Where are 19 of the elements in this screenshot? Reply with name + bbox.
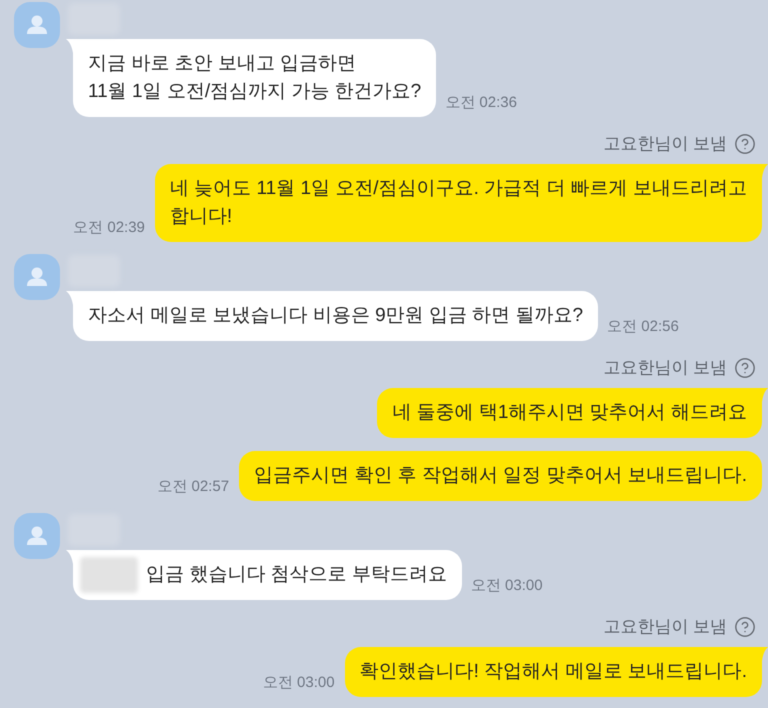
- sender-note: 고요한님이 보냄: [603, 616, 727, 638]
- sender-note: 고요한님이 보냄: [603, 133, 727, 155]
- message-time: 오전 03:00: [262, 674, 335, 692]
- sender-note: 고요한님이 보냄: [603, 357, 727, 379]
- help-icon[interactable]: [734, 357, 756, 379]
- message-time: 오전 02:57: [157, 478, 230, 496]
- message-time: 오전 02:36: [445, 94, 517, 112]
- message-text: 자소서 메일로 보냈습니다 비용은 9만원 입금 하면 될까요?: [88, 304, 584, 328]
- message-time: 오전 02:39: [73, 219, 145, 237]
- message-time: 오전 03:00: [470, 577, 543, 595]
- message-time: 오전 02:56: [607, 318, 679, 336]
- message-text: 네 늦어도 11월 1일 오전/점심이구요. 가급적 더 빠르게 보내드리려고 합니다!: [170, 177, 747, 229]
- help-icon[interactable]: [734, 133, 756, 155]
- message-text: 입금 했습니다 첨삭으로 부탁드려요: [146, 563, 447, 587]
- message-text: 확인했습니다! 작업해서 메일로 보내드립니다.: [360, 660, 747, 684]
- help-icon[interactable]: [734, 616, 756, 638]
- message-text: 네 둘중에 택1해주시면 맞추어서 해드려요: [392, 401, 747, 425]
- message-text: 입금주시면 확인 후 작업해서 일정 맞추어서 보내드립니다.: [254, 464, 747, 488]
- message-text: 지금 바로 초안 보내고 입금하면 11월 1일 오전/점심까지 가능 한건가요?: [88, 52, 422, 104]
